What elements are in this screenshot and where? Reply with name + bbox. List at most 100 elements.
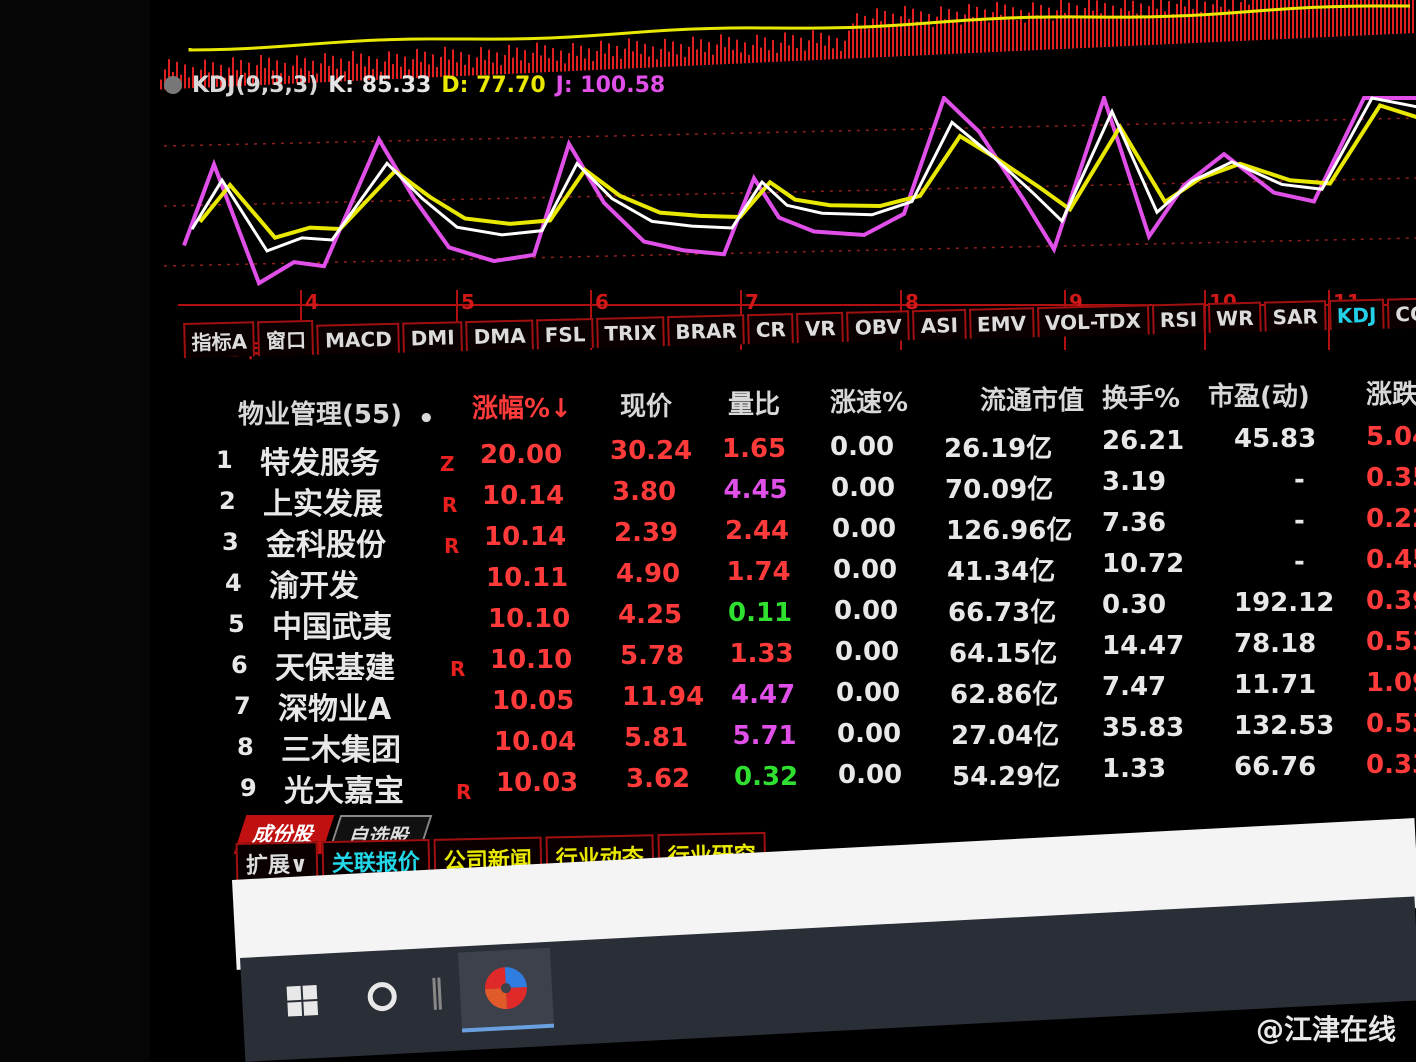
- row-index: 7: [234, 692, 251, 720]
- current-price: 2.39: [614, 518, 679, 548]
- volume-bar: [744, 42, 746, 64]
- watermark: @江津在线: [1255, 1013, 1396, 1046]
- collapse-circle-icon[interactable]: [164, 76, 182, 94]
- stock-name[interactable]: 天保基建: [275, 643, 395, 687]
- indicator-tab-cr[interactable]: CR: [747, 313, 795, 345]
- current-price: 3.62: [626, 764, 691, 794]
- volume-bar: [1300, 0, 1302, 39]
- volume-bar: [1280, 0, 1282, 40]
- volume-bar: [996, 1, 998, 52]
- volume-bar: [1168, 1, 1170, 45]
- margin-flag: Z: [440, 452, 455, 476]
- indicator-tab-vr[interactable]: VR: [796, 311, 845, 344]
- cortana-circle-icon[interactable]: [351, 965, 414, 1028]
- volume-bar: [1040, 4, 1042, 50]
- header-turnover[interactable]: 换手%: [1102, 378, 1180, 415]
- stock-name[interactable]: 三木集团: [281, 725, 401, 769]
- indicator-tab-window[interactable]: 窗口: [257, 319, 315, 357]
- indicator-tab-emv[interactable]: EMV: [968, 307, 1035, 339]
- volume-bar: [1304, 0, 1306, 39]
- stock-name[interactable]: 渝开发: [269, 561, 359, 605]
- turnover-pct: 35.83: [1102, 713, 1185, 743]
- float-mcap: 62.86亿: [950, 680, 1059, 710]
- speed-pct: 0.00: [836, 678, 901, 708]
- volume-bar: [904, 6, 906, 57]
- volume-bar: [1132, 0, 1134, 46]
- volume-bar: [1080, 18, 1082, 49]
- stock-name[interactable]: 深物业A: [278, 684, 391, 728]
- volume-bar: [1172, 14, 1174, 45]
- kdj-gridlines: [164, 117, 1416, 267]
- turnover-pct: 14.47: [1102, 631, 1185, 661]
- float-mcap: 70.09亿: [945, 475, 1054, 505]
- indicator-tab-rsi[interactable]: RSI: [1151, 303, 1206, 335]
- windows-start-icon[interactable]: [271, 969, 334, 1032]
- volume-bar: [1032, 2, 1034, 51]
- indicator-tab-asi[interactable]: ASI: [912, 308, 967, 341]
- pe-dynamic: -: [1294, 465, 1305, 495]
- indicator-tab-dmi[interactable]: DMI: [402, 321, 464, 353]
- indicator-tab-sar[interactable]: SAR: [1264, 300, 1327, 332]
- indicator-tab-obv[interactable]: OBV: [846, 310, 911, 342]
- volume-bar: [708, 41, 710, 65]
- volume-bar: [1048, 7, 1050, 50]
- header-price[interactable]: 现价: [620, 386, 672, 423]
- volume-bar: [1088, 0, 1090, 48]
- header-speed-pct[interactable]: 涨速%: [830, 382, 908, 419]
- header-change[interactable]: 涨跌: [1366, 374, 1416, 411]
- indicator-tab-macd[interactable]: MACD: [316, 322, 401, 355]
- kdj-chart: [164, 96, 1416, 287]
- volume-bar: [576, 55, 578, 71]
- header-volume-ratio[interactable]: 量比: [728, 384, 780, 421]
- volume-bar: [664, 38, 666, 67]
- stock-app-icon[interactable]: [458, 947, 555, 1033]
- stock-name[interactable]: 金科股份: [266, 520, 386, 564]
- header-pe-dynamic[interactable]: 市盈(动): [1208, 376, 1310, 413]
- indicator-tab-cci[interactable]: CCI: [1386, 297, 1416, 329]
- indicator-tab-vol-tdx[interactable]: VOL-TDX: [1036, 304, 1150, 338]
- volume-bar: [1072, 15, 1074, 49]
- row-index: 1: [216, 446, 233, 474]
- volume-ratio: 1.33: [729, 639, 794, 669]
- indicator-tab-kdj[interactable]: KDJ: [1328, 298, 1385, 331]
- task-view-icon[interactable]: [421, 963, 454, 1024]
- speed-pct: 0.00: [838, 760, 903, 790]
- volume-bar: [816, 43, 818, 61]
- sector-title[interactable]: 物业管理(55): [238, 394, 402, 431]
- header-float-mcap[interactable]: 流通市值: [980, 380, 1084, 417]
- current-price: 3.80: [612, 477, 677, 507]
- volume-bar: [920, 11, 922, 56]
- volume-bar: [840, 50, 842, 59]
- change-pct: 10.03: [496, 768, 579, 798]
- current-price: 4.25: [618, 600, 683, 630]
- volume-bar: [940, 6, 942, 55]
- volume-bar: [1412, 0, 1414, 34]
- volume-bar: [160, 79, 162, 90]
- stock-name[interactable]: 中国武夷: [272, 602, 392, 646]
- header-change-pct[interactable]: 涨幅%↓: [472, 388, 572, 425]
- indicator-tab-brar[interactable]: BRAR: [666, 314, 746, 347]
- volume-bar: [848, 30, 850, 59]
- stock-name[interactable]: 光大嘉宝: [284, 766, 404, 810]
- volume-bar: [1292, 0, 1294, 39]
- indicator-tab-trix[interactable]: TRIX: [596, 316, 665, 348]
- stock-name[interactable]: 特发服务: [260, 438, 380, 482]
- indicator-tab-dma[interactable]: DMA: [465, 319, 534, 352]
- volume-bar: [544, 45, 546, 73]
- volume-bar: [776, 52, 778, 62]
- volume-bar: [1308, 0, 1310, 38]
- change-value: 0.33: [1366, 750, 1416, 780]
- volume-bar: [1232, 0, 1234, 42]
- stock-name[interactable]: 上实发展: [263, 479, 383, 523]
- volume-bar: [1188, 0, 1190, 44]
- stock-table: 物业管理(55) • 涨幅%↓ 现价 量比 涨速% 流通市值 换手% 市盈(动) 涨跌 1 特发服务 Z…: [190, 380, 1416, 820]
- change-pct: 10.11: [486, 563, 569, 593]
- indicator-tab-fsl[interactable]: FSL: [536, 317, 594, 350]
- indicator-tab-indicator-a[interactable]: 指标A: [183, 321, 256, 358]
- margin-flag: R: [444, 534, 460, 558]
- volume-bar: [1260, 0, 1262, 41]
- volume-bar: [716, 44, 718, 65]
- change-pct: 20.00: [480, 440, 563, 470]
- volume-bar: [932, 26, 934, 55]
- indicator-tab-wr[interactable]: WR: [1207, 301, 1262, 333]
